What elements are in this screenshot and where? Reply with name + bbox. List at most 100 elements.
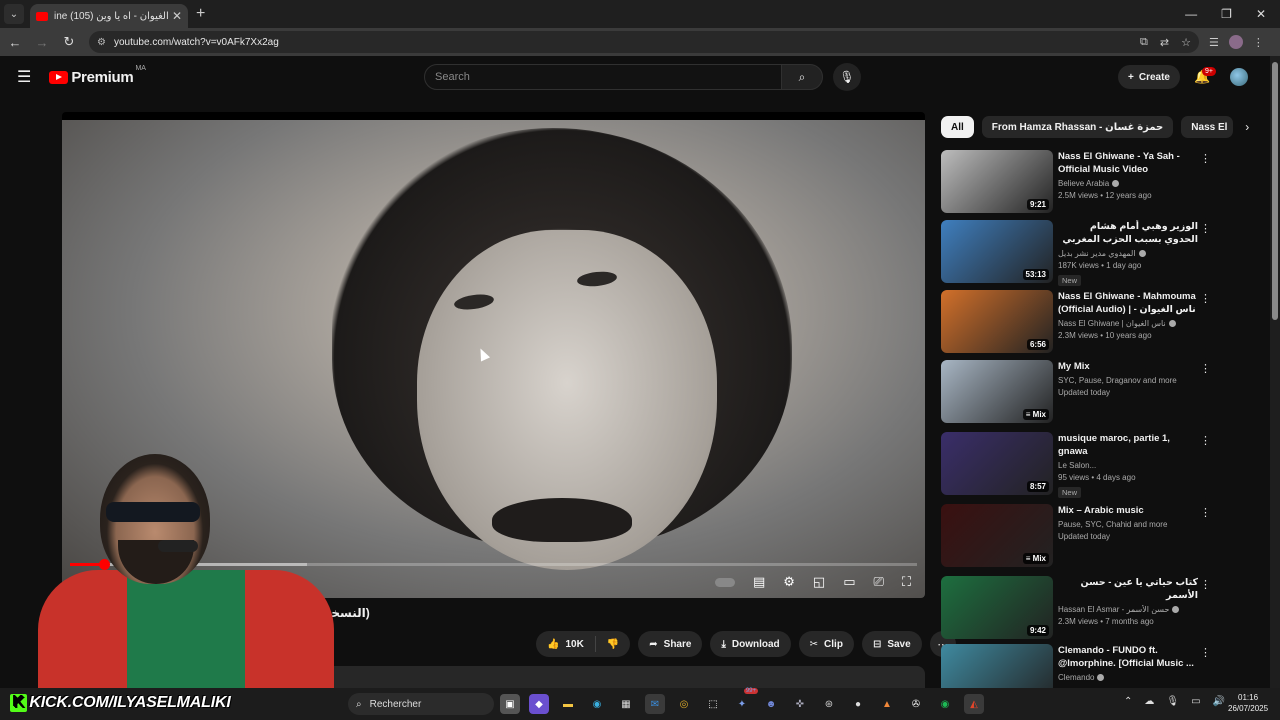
account-avatar[interactable] — [1230, 68, 1248, 86]
more-vertical-icon[interactable]: ⋮ — [1200, 646, 1211, 659]
discord-icon[interactable]: ☻ — [761, 694, 781, 714]
recommendation-thumbnail[interactable]: 9:42 — [941, 576, 1053, 639]
install-app-icon[interactable]: ⧉ — [1140, 36, 1148, 49]
recommendation-item[interactable]: Mix Mix – Arabic music Pause, SYC, Chahid … — [941, 504, 1216, 568]
description-box[interactable] — [290, 666, 925, 688]
fullscreen-icon[interactable]: ⛶ — [902, 574, 911, 590]
more-vertical-icon[interactable]: ⋮ — [1200, 292, 1211, 305]
edge-icon[interactable]: ◉ — [587, 694, 607, 714]
recommendation-title[interactable]: My Mix — [1058, 360, 1198, 373]
game-icon[interactable]: ✜ — [790, 694, 810, 714]
new-tab-button[interactable]: + — [196, 5, 205, 23]
recommendation-title[interactable]: Nass El Ghiwane - Ya Sah - Official Musi… — [1058, 150, 1198, 176]
task-view-icon[interactable]: ▣ — [500, 694, 520, 714]
address-bar[interactable]: ⚙ youtube.com/watch?v=v0AFk7Xx2ag ⧉ ⇄ ☆ — [89, 31, 1199, 53]
recommendation-item[interactable]: 8:57 musique maroc, partie 1, gnawa Le Sal… — [941, 432, 1216, 498]
browser-menu-icon[interactable]: ⋮ — [1253, 36, 1264, 49]
recommendation-channel[interactable]: Believe Arabia — [1058, 179, 1198, 188]
recommendation-item[interactable]: Mix My Mix SYC, Pause, Draganov and more Up… — [941, 360, 1216, 424]
browser-tab-active[interactable]: ine ناس الغيوان - اه يا وين (105) ✕ — [30, 4, 188, 28]
cast-icon[interactable]: ⎚ — [873, 574, 883, 590]
file-explorer-icon[interactable]: ▬ — [558, 694, 578, 714]
app-a-icon[interactable]: ▲ — [877, 694, 897, 714]
recommendation-channel[interactable]: Pause, SYC, Chahid and more — [1058, 520, 1198, 529]
search-button[interactable]: ⌕ — [781, 64, 823, 90]
forward-button[interactable]: → — [30, 35, 54, 50]
recommendation-title[interactable]: كتاب حياتي يا عين - حسن الأسمر — [1058, 576, 1198, 602]
translate-icon[interactable]: ⇄ — [1160, 36, 1169, 49]
more-vertical-icon[interactable]: ⋮ — [1200, 434, 1211, 447]
more-vertical-icon[interactable]: ⋮ — [1200, 506, 1211, 519]
recommendation-channel[interactable]: Le Salon... — [1058, 461, 1198, 470]
recommendation-title[interactable]: الوزير وهبي أمام هشام الحدوي بسبب الحزب … — [1058, 220, 1198, 246]
recommendation-item[interactable]: 9:42 كتاب حياتي يا عين - حسن الأسمر Hassan… — [941, 576, 1216, 640]
chevron-right-icon[interactable]: › — [1245, 120, 1249, 134]
recommendation-channel[interactable]: Clemando — [1058, 673, 1198, 682]
share-button[interactable]: ➦ Share — [638, 631, 703, 657]
recommendation-title[interactable]: musique maroc, partie 1, gnawa — [1058, 432, 1198, 458]
back-button[interactable]: ← — [3, 35, 27, 50]
voice-search-button[interactable]: 🎙 — [833, 63, 861, 91]
taskbar-clock[interactable]: 01:16 26/07/2025 — [1228, 692, 1268, 714]
recommendation-title[interactable]: Mix – Arabic music — [1058, 504, 1198, 517]
search-input[interactable]: Search — [424, 64, 782, 90]
cloud-icon[interactable]: ☁ — [1144, 696, 1154, 707]
recommendation-channel[interactable]: Hassan El Asmar - حسن الأسمر — [1058, 605, 1198, 614]
outlook-icon[interactable]: ✉ — [645, 694, 665, 714]
recommendation-item[interactable]: 9:21 Nass El Ghiwane - Ya Sah - Official … — [941, 150, 1216, 214]
save-button[interactable]: ⊟ Save — [861, 631, 922, 657]
recommendation-thumbnail[interactable]: 8:57 — [941, 432, 1053, 495]
copilot-icon[interactable]: ◆ — [529, 694, 549, 714]
settings-gear-icon[interactable]: ⚙ — [783, 574, 795, 590]
taskbar-search[interactable]: ⌕ Rechercher — [348, 693, 494, 715]
chevron-up-icon[interactable]: ⌃ — [1124, 696, 1132, 707]
volume-icon[interactable]: 🔊 — [1213, 696, 1225, 707]
site-info-icon[interactable]: ⚙ — [97, 37, 106, 48]
snipping-icon[interactable]: ⬚ — [703, 694, 723, 714]
autoplay-toggle[interactable] — [714, 577, 735, 587]
chrome-icon[interactable]: ◎ — [674, 694, 694, 714]
page-scrollbar[interactable] — [1270, 56, 1280, 688]
chip-nass-el[interactable]: Nass El — [1181, 116, 1234, 138]
create-button[interactable]: + Create — [1118, 65, 1180, 89]
recommendation-channel[interactable]: Nass El Ghiwane | ناس الغيوان — [1058, 319, 1198, 328]
display-icon[interactable]: ▭ — [1191, 696, 1200, 707]
recommendation-item[interactable]: 53:13 الوزير وهبي أمام هشام الحدوي بسبب ا… — [941, 220, 1216, 286]
like-button[interactable]: 👍 10K — [536, 636, 596, 652]
obs-icon[interactable]: ● — [848, 694, 868, 714]
more-vertical-icon[interactable]: ⋮ — [1200, 222, 1211, 235]
recommendation-channel[interactable]: SYC, Pause, Draganov and more — [1058, 376, 1198, 385]
recommendation-thumbnail[interactable]: Mix — [941, 504, 1053, 567]
clip-button[interactable]: ✂ Clip — [798, 631, 854, 657]
miniplayer-icon[interactable]: ◱ — [813, 574, 825, 590]
chat-app-icon[interactable]: ✦ 99+ — [732, 688, 758, 714]
recommendation-thumbnail[interactable]: 6:56 — [941, 290, 1053, 353]
tab-close-icon[interactable]: ✕ — [172, 9, 182, 23]
dislike-button[interactable]: 👎 — [596, 639, 630, 650]
recommendation-channel[interactable]: المهدوي مدير نشر بديل — [1058, 249, 1198, 258]
store-icon[interactable]: ▦ — [616, 694, 636, 714]
chip-all[interactable]: All — [941, 116, 974, 138]
tab-menu-button[interactable]: ⌄ — [4, 4, 24, 24]
scrollbar-thumb[interactable] — [1272, 62, 1278, 320]
profile-avatar[interactable] — [1228, 35, 1243, 49]
more-vertical-icon[interactable]: ⋮ — [1200, 152, 1211, 165]
tab-search-icon[interactable]: ☰ — [1209, 36, 1219, 49]
recommendation-title[interactable]: Clemando - FUNDO ft. @lmorphine. [Offici… — [1058, 644, 1198, 670]
youtube-logo[interactable]: Premium MA — [49, 65, 146, 86]
minimize-button[interactable]: — — [1185, 7, 1197, 21]
theater-mode-icon[interactable]: ▭ — [843, 574, 855, 590]
hamburger-icon[interactable]: ☰ — [17, 67, 31, 87]
recommendation-thumbnail[interactable]: 9:21 — [941, 150, 1053, 213]
recommendation-item[interactable]: 6:56 Nass El Ghiwane - Mahmouma (Official… — [941, 290, 1216, 354]
spotify-icon[interactable]: ◉ — [935, 694, 955, 714]
recommendation-thumbnail[interactable]: Mix — [941, 360, 1053, 423]
recommendation-thumbnail[interactable]: 53:13 — [941, 220, 1053, 283]
subtitles-icon[interactable]: ▤ — [753, 574, 765, 590]
restore-button[interactable]: ❐ — [1221, 7, 1232, 21]
capcut-icon[interactable]: ✇ — [906, 694, 926, 714]
reload-button[interactable]: ↻ — [57, 34, 81, 50]
more-vertical-icon[interactable]: ⋮ — [1200, 362, 1211, 375]
steam-icon[interactable]: ⊛ — [819, 694, 839, 714]
url-text[interactable]: youtube.com/watch?v=v0AFk7Xx2ag — [114, 37, 1128, 48]
